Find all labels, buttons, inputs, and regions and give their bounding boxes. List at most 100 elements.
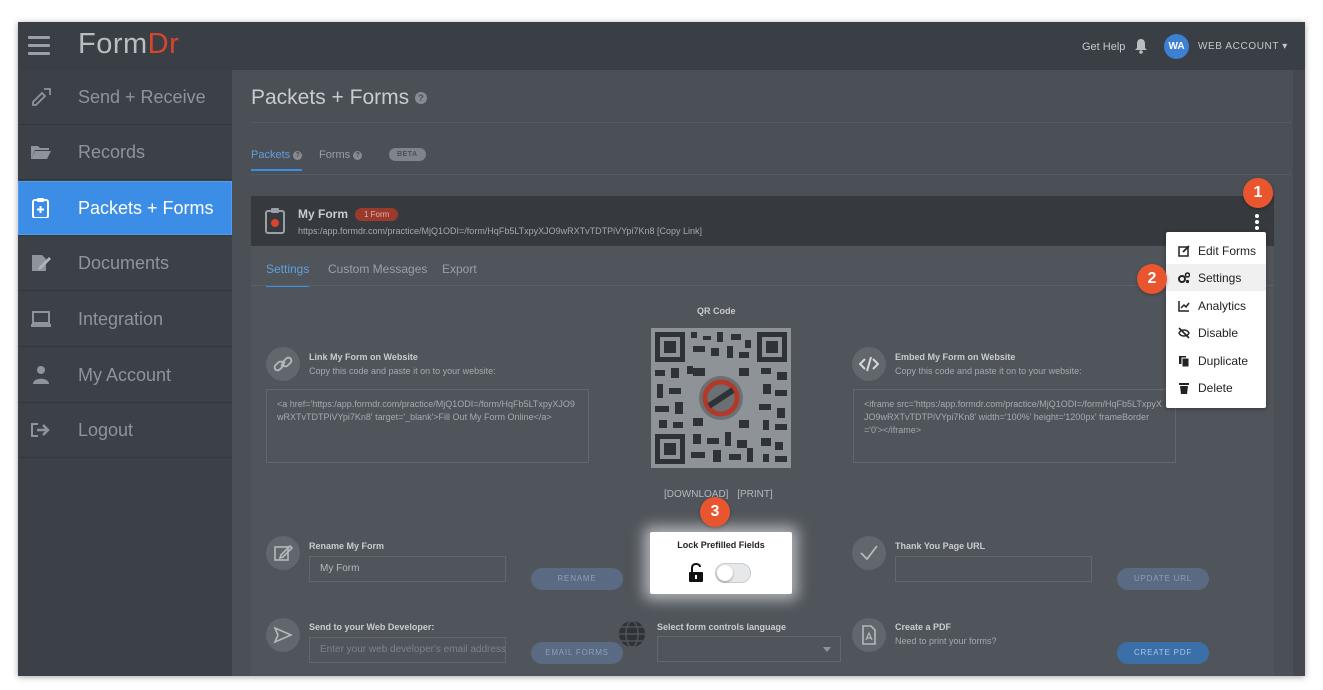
chevron-down-icon — [823, 647, 831, 652]
clipboard-icon — [265, 208, 285, 234]
rename-button[interactable]: RENAME — [531, 568, 623, 590]
divider — [251, 174, 1291, 175]
menu-item-edit-forms[interactable]: Edit Forms — [1166, 237, 1266, 264]
edit-document-icon — [32, 255, 51, 271]
create-pdf-button[interactable]: CREATE PDF — [1117, 642, 1209, 664]
bell-icon[interactable] — [1134, 38, 1148, 54]
sidebar-item-label: Logout — [78, 420, 134, 440]
pdf-icon — [852, 618, 886, 652]
tab-packets[interactable]: Packets ? — [251, 149, 303, 171]
sidebar-item-label: Send + Receive — [78, 87, 206, 107]
sidebar-item-label: Packets + Forms — [78, 198, 214, 218]
divider — [251, 122, 1291, 123]
menu-item-duplicate[interactable]: Duplicate — [1166, 347, 1266, 374]
link-code-box[interactable]: <a href='https:/app.formdr.com/practice/… — [266, 389, 589, 463]
embed-code-box[interactable]: <iframe src='https:/app.formdr.com/pract… — [853, 389, 1176, 463]
menu-item-label: Disable — [1198, 326, 1239, 340]
eye-slash-icon — [1178, 327, 1190, 339]
sidebar-item-logout[interactable]: Logout — [18, 403, 232, 458]
menu-item-settings[interactable]: Settings — [1166, 264, 1266, 291]
menu-item-delete[interactable]: Delete — [1166, 374, 1266, 401]
qr-print-link[interactable]: [PRINT] — [737, 489, 773, 500]
sidebar-item-records[interactable]: Records — [18, 125, 232, 180]
send-icon — [266, 618, 300, 652]
form-card-header: My Form 1 Form https:/app.formdr.com/pra… — [251, 196, 1274, 246]
menu-item-label: Delete — [1198, 381, 1233, 395]
laptop-icon — [31, 311, 51, 327]
avatar[interactable]: WA — [1164, 34, 1189, 59]
link-section-title: Link My Form on Website — [309, 352, 418, 362]
rename-input[interactable]: My Form — [309, 556, 506, 582]
tab-settings[interactable]: Settings — [266, 262, 310, 287]
rename-edit-icon — [266, 536, 300, 570]
sidebar-item-label: Documents — [78, 253, 170, 273]
divider — [251, 285, 1274, 286]
menu-item-disable[interactable]: Disable — [1166, 319, 1266, 346]
unlock-icon — [689, 563, 703, 582]
update-url-button[interactable]: UPDATE URL — [1117, 568, 1209, 590]
edit-icon — [1178, 245, 1190, 257]
menu-item-label: Settings — [1198, 271, 1242, 285]
more-options-icon[interactable] — [1255, 214, 1259, 230]
globe-icon — [619, 620, 645, 648]
chart-line-icon — [1178, 301, 1190, 312]
beta-badge: BETA — [389, 148, 426, 161]
code-icon — [852, 347, 886, 381]
sidebar-item-label: Integration — [78, 309, 164, 329]
pdf-title: Create a PDF — [895, 622, 952, 632]
scrollbar[interactable] — [1293, 70, 1305, 676]
sidebar-item-my-account[interactable]: My Account — [18, 348, 232, 403]
help-circle-icon: ? — [353, 150, 363, 160]
sidebar-item-packets-forms[interactable]: Packets + Forms — [18, 181, 232, 236]
tab-forms[interactable]: Forms ? — [319, 149, 363, 161]
form-count-badge: 1 Form — [355, 208, 399, 221]
sidebar: Send + Receive Records Packets + Forms D… — [18, 70, 232, 676]
thankyou-title: Thank You Page URL — [895, 541, 986, 551]
link-section-subtitle: Copy this code and paste it on to your w… — [309, 366, 496, 376]
sidebar-item-label: Records — [78, 142, 146, 162]
tab-custom-messages[interactable]: Custom Messages — [328, 262, 427, 276]
folder-open-icon — [31, 146, 51, 159]
qr-code-label: QR Code — [697, 306, 736, 316]
menu-item-label: Duplicate — [1198, 354, 1249, 368]
app-logo[interactable]: FormDr — [78, 28, 179, 61]
qr-code-image — [651, 328, 791, 468]
top-bar: FormDr Get Help WA WEB ACCOUNT ▾ — [18, 22, 1305, 70]
lock-prefilled-fields-panel: Lock Prefilled Fields — [650, 532, 792, 594]
sidebar-item-integration[interactable]: Integration — [18, 292, 232, 347]
copy-icon — [1179, 356, 1190, 367]
sidebar-item-documents[interactable]: Documents — [18, 236, 232, 291]
sidebar-item-label: My Account — [78, 365, 172, 385]
sign-out-icon — [31, 423, 50, 437]
link-icon — [266, 347, 300, 381]
pdf-subtitle: Need to print your forms? — [895, 636, 997, 646]
language-title: Select form controls language — [657, 622, 787, 632]
get-help-link[interactable]: Get Help — [1082, 41, 1125, 53]
lock-prefilled-toggle[interactable] — [715, 563, 751, 583]
embed-section-title: Embed My Form on Website — [895, 352, 1016, 362]
hamburger-menu-icon[interactable] — [28, 36, 50, 55]
checkmark-icon — [852, 536, 886, 570]
thankyou-url-input[interactable] — [895, 556, 1092, 582]
pencil-arrows-icon — [32, 88, 51, 106]
toggle-knob — [717, 565, 733, 581]
clipboard-plus-icon — [32, 198, 49, 218]
menu-item-analytics[interactable]: Analytics — [1166, 292, 1266, 319]
sidebar-item-send-receive[interactable]: Send + Receive — [18, 70, 232, 125]
lock-prefilled-title: Lock Prefilled Fields — [677, 540, 765, 550]
developer-title: Send to your Web Developer: — [309, 622, 435, 632]
form-url[interactable]: https:/app.formdr.com/practice/MjQ1ODI=/… — [298, 226, 702, 236]
language-select[interactable] — [657, 636, 841, 662]
form-actions-menu: Edit Forms Settings Analytics Disable Du… — [1166, 232, 1266, 408]
tab-export[interactable]: Export — [442, 262, 477, 276]
trash-icon — [1179, 383, 1189, 394]
developer-email-input[interactable]: Enter your web developer's email address — [309, 637, 506, 663]
form-card: My Form 1 Form https:/app.formdr.com/pra… — [251, 196, 1274, 676]
menu-item-label: Edit Forms — [1198, 244, 1257, 258]
help-circle-icon[interactable]: ? — [414, 92, 427, 105]
account-menu[interactable]: WEB ACCOUNT ▾ — [1198, 41, 1288, 52]
email-forms-button[interactable]: EMAIL FORMS — [531, 642, 623, 664]
page-title: Packets + Forms ? — [251, 86, 427, 110]
gears-icon — [1178, 272, 1190, 284]
step-callout-3: 3 — [700, 497, 730, 527]
